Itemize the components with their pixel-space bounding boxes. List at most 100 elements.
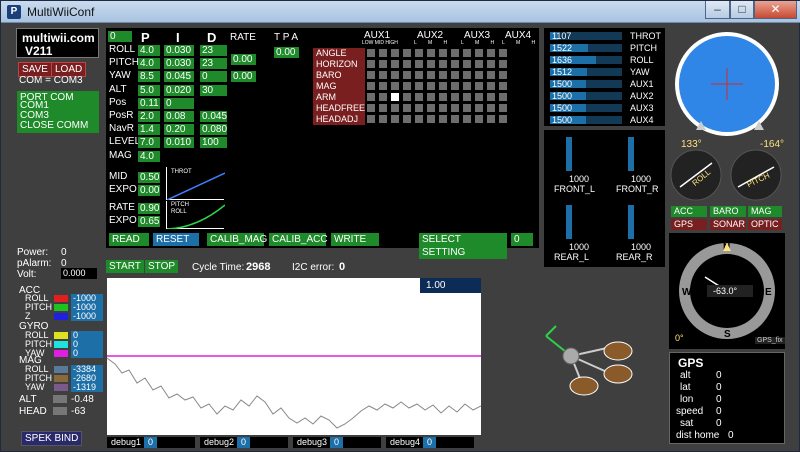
aux-checkbox[interactable] — [427, 60, 435, 68]
aux-checkbox[interactable] — [403, 60, 411, 68]
aux-checkbox[interactable] — [391, 82, 399, 90]
mid-field[interactable]: 0.50 — [138, 172, 160, 183]
aux-checkbox[interactable] — [451, 49, 459, 57]
aux-checkbox[interactable] — [415, 49, 423, 57]
aux-checkbox[interactable] — [367, 49, 375, 57]
aux-checkbox[interactable] — [487, 93, 495, 101]
aux-checkbox[interactable] — [463, 60, 471, 68]
aux-checkbox[interactable] — [415, 93, 423, 101]
aux-checkbox[interactable] — [439, 104, 447, 112]
pid-d-field[interactable]: 100 — [200, 137, 227, 148]
aux-checkbox[interactable] — [439, 93, 447, 101]
aux-checkbox[interactable] — [451, 71, 459, 79]
aux-checkbox[interactable] — [403, 104, 411, 112]
aux-checkbox[interactable] — [367, 93, 375, 101]
aux-checkbox[interactable] — [451, 60, 459, 68]
aux-checkbox[interactable] — [451, 82, 459, 90]
aux-checkbox[interactable] — [379, 93, 387, 101]
expo-field[interactable]: 0.00 — [138, 185, 160, 196]
aux-checkbox[interactable] — [427, 82, 435, 90]
select-setting-button[interactable]: SELECT SETTING — [419, 233, 507, 259]
aux-checkbox[interactable] — [451, 93, 459, 101]
aux-checkbox[interactable] — [463, 71, 471, 79]
maximize-button[interactable]: □ — [730, 1, 754, 19]
aux-checkbox[interactable] — [487, 49, 495, 57]
aux-checkbox[interactable] — [391, 60, 399, 68]
aux-checkbox[interactable] — [463, 49, 471, 57]
aux-checkbox[interactable] — [475, 82, 483, 90]
stop-button[interactable]: STOP — [145, 260, 179, 273]
aux-checkbox[interactable] — [499, 82, 507, 90]
aux-checkbox[interactable] — [415, 82, 423, 90]
aux-checkbox[interactable] — [475, 49, 483, 57]
aux-checkbox[interactable] — [379, 115, 387, 123]
aux-checkbox[interactable] — [451, 104, 459, 112]
aux-checkbox[interactable] — [403, 71, 411, 79]
calib-mag-button[interactable]: CALIB_MAG — [207, 233, 267, 246]
expo2-field[interactable]: 0.65 — [138, 216, 160, 227]
aux-checkbox[interactable] — [475, 93, 483, 101]
aux-checkbox[interactable] — [487, 115, 495, 123]
reset-button[interactable]: RESET — [153, 233, 199, 246]
aux-checkbox[interactable] — [487, 104, 495, 112]
aux-checkbox[interactable] — [379, 82, 387, 90]
aux-checkbox[interactable] — [379, 71, 387, 79]
aux-checkbox[interactable] — [427, 71, 435, 79]
aux-checkbox[interactable] — [403, 115, 411, 123]
aux-checkbox[interactable] — [499, 115, 507, 123]
aux-checkbox[interactable] — [403, 49, 411, 57]
aux-checkbox[interactable] — [427, 93, 435, 101]
aux-checkbox[interactable] — [439, 71, 447, 79]
aux-checkbox[interactable] — [391, 49, 399, 57]
aux-checkbox[interactable] — [463, 93, 471, 101]
aux-checkbox[interactable] — [475, 60, 483, 68]
aux-checkbox[interactable] — [427, 115, 435, 123]
calib-acc-button[interactable]: CALIB_ACC — [269, 233, 328, 246]
aux-checkbox[interactable] — [487, 71, 495, 79]
aux-checkbox[interactable] — [415, 104, 423, 112]
start-button[interactable]: START — [106, 260, 144, 273]
aux-checkbox[interactable] — [439, 60, 447, 68]
setting-value-field[interactable]: 0 — [511, 233, 533, 246]
aux-checkbox[interactable] — [475, 115, 483, 123]
close-button[interactable]: ✕ — [754, 1, 797, 19]
aux-checkbox[interactable] — [415, 71, 423, 79]
aux-checkbox[interactable] — [439, 115, 447, 123]
aux-checkbox[interactable] — [475, 71, 483, 79]
pid-p-field[interactable]: 4.0 — [138, 151, 160, 162]
aux-checkbox[interactable] — [439, 82, 447, 90]
write-button[interactable]: WRITE — [331, 233, 379, 246]
aux-checkbox[interactable] — [427, 49, 435, 57]
aux-checkbox[interactable] — [379, 60, 387, 68]
pid-p-field[interactable]: 7.0 — [138, 137, 160, 148]
aux-checkbox[interactable] — [463, 115, 471, 123]
aux-checkbox[interactable] — [499, 104, 507, 112]
aux-checkbox[interactable] — [367, 60, 375, 68]
aux-checkbox[interactable] — [367, 115, 375, 123]
aux-checkbox[interactable] — [391, 115, 399, 123]
aux-checkbox[interactable] — [487, 82, 495, 90]
aux-checkbox[interactable] — [463, 104, 471, 112]
spek-bind-button[interactable]: SPEK BIND — [21, 431, 83, 446]
aux-checkbox[interactable] — [499, 60, 507, 68]
aux-checkbox[interactable] — [391, 71, 399, 79]
aux-checkbox[interactable] — [415, 115, 423, 123]
aux-checkbox[interactable] — [463, 82, 471, 90]
aux-checkbox[interactable] — [367, 104, 375, 112]
close-comm-button[interactable]: CLOSE COMM — [20, 120, 88, 132]
aux-checkbox[interactable] — [415, 60, 423, 68]
aux-checkbox[interactable] — [499, 93, 507, 101]
aux-checkbox[interactable] — [499, 49, 507, 57]
aux-checkbox[interactable] — [391, 93, 399, 101]
aux-checkbox[interactable] — [403, 82, 411, 90]
minimize-button[interactable]: – — [705, 1, 730, 19]
pid-i-field[interactable]: 0.010 — [164, 137, 194, 148]
read-button[interactable]: READ — [109, 233, 149, 246]
aux-checkbox[interactable] — [379, 104, 387, 112]
aux-checkbox[interactable] — [427, 104, 435, 112]
rate-field[interactable]: 0.90 — [138, 203, 160, 214]
aux-checkbox[interactable] — [487, 60, 495, 68]
aux-checkbox[interactable] — [367, 82, 375, 90]
aux-checkbox[interactable] — [451, 115, 459, 123]
aux-checkbox[interactable] — [379, 49, 387, 57]
